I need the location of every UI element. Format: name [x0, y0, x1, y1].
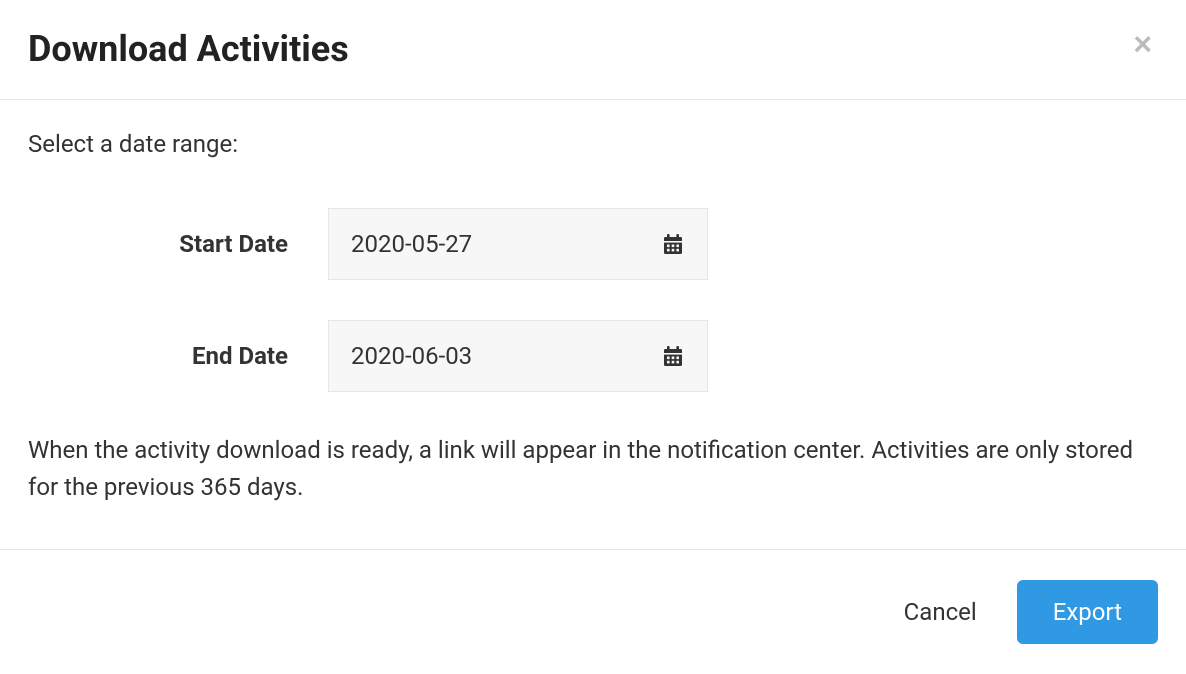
end-date-label: End Date — [28, 342, 328, 370]
export-button[interactable]: Export — [1017, 580, 1158, 644]
modal-header: Download Activities × — [0, 0, 1186, 100]
close-icon: × — [1133, 26, 1152, 62]
end-date-input-wrap[interactable] — [328, 320, 708, 392]
modal-footer: Cancel Export — [0, 549, 1186, 674]
start-date-label: Start Date — [28, 230, 328, 258]
end-date-row: End Date — [28, 320, 1158, 392]
start-date-row: Start Date — [28, 208, 1158, 280]
calendar-icon[interactable] — [661, 344, 685, 368]
helper-text: When the activity download is ready, a l… — [28, 432, 1158, 506]
download-activities-modal: Download Activities × Select a date rang… — [0, 0, 1186, 674]
close-button[interactable]: × — [1127, 28, 1158, 60]
cancel-button[interactable]: Cancel — [904, 598, 977, 626]
end-date-input[interactable] — [351, 342, 611, 370]
start-date-input-wrap[interactable] — [328, 208, 708, 280]
date-range-prompt: Select a date range: — [28, 130, 1158, 158]
modal-body: Select a date range: Start Date — [0, 100, 1186, 549]
modal-title: Download Activities — [28, 28, 349, 71]
calendar-icon[interactable] — [661, 232, 685, 256]
start-date-input[interactable] — [351, 230, 611, 258]
